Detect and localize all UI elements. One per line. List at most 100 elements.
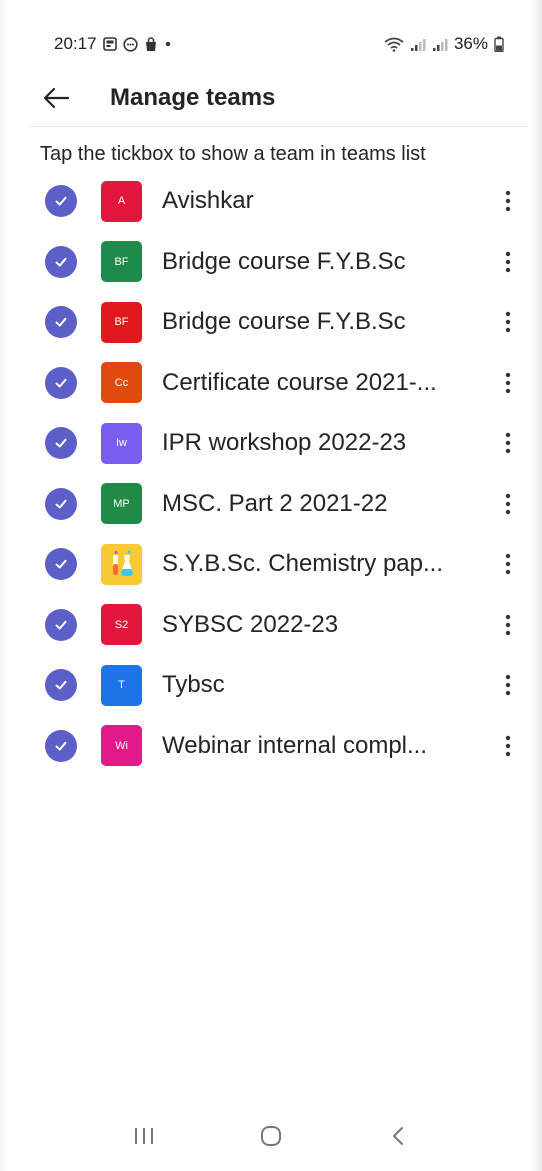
team-row[interactable]: Wi Webinar internal compl... [0,716,542,777]
team-initials: BF [114,255,129,268]
team-name: IPR workshop 2022-23 [162,429,407,457]
team-avatar: MP [101,483,142,525]
team-initials: Cc [114,376,129,389]
home-icon [260,1126,281,1146]
team-name: Certificate course 2021-... [162,368,437,396]
team-avatar: Iw [101,422,142,464]
more-vertical-icon [505,675,511,696]
team-checkbox[interactable] [45,608,77,641]
checkmark-icon [55,560,67,569]
more-vertical-icon [505,372,511,393]
team-checkbox[interactable] [45,427,77,460]
team-more-button[interactable] [494,181,522,221]
more-vertical-icon [505,493,511,514]
team-row[interactable]: T Tybsc [0,655,542,716]
team-more-button[interactable] [494,726,522,766]
team-checkbox[interactable] [45,185,77,218]
team-row[interactable]: MP MSC. Part 2 2021-22 [0,474,542,535]
team-checkbox[interactable] [45,729,77,762]
checkmark-icon [55,257,67,267]
signal-strength-1-icon [410,37,426,52]
team-name: MSC. Part 2 2021-22 [162,489,388,517]
back-button[interactable] [30,74,82,122]
team-more-button[interactable] [494,665,522,705]
gallery-notification-icon [102,37,117,51]
chemistry-icon [112,550,133,577]
team-initials: Iw [116,437,127,450]
team-avatar: Cc [101,362,142,404]
checkmark-icon [55,681,67,690]
more-vertical-icon [505,614,511,635]
team-initials: T [118,679,125,692]
team-row[interactable]: A Avishkar [0,171,542,232]
team-row[interactable]: S.Y.B.Sc. Chemistry pap... [0,534,542,595]
team-checkbox[interactable] [45,669,77,702]
team-avatar: S2 [101,604,142,646]
team-checkbox[interactable] [45,245,77,278]
more-vertical-icon [505,433,511,454]
page-title: Manage teams [110,84,276,111]
team-checkbox[interactable] [45,366,77,399]
team-name: Bridge course F.Y.B.Sc [162,247,406,275]
battery-icon [494,36,504,52]
team-more-button[interactable] [494,363,522,403]
back-arrow-icon [43,87,70,109]
team-more-button[interactable] [494,242,522,282]
signal-strength-2-icon [432,37,448,52]
team-avatar: Wi [101,725,142,767]
team-checkbox[interactable] [45,487,77,520]
more-notifications-dot-icon [164,40,172,48]
team-avatar: BF [101,241,142,283]
team-initials: A [117,195,126,208]
status-time: 20:17 [54,34,97,53]
team-initials: BF [114,316,129,329]
system-nav-bar [0,1101,542,1171]
team-checkbox[interactable] [45,548,77,581]
home-button[interactable] [241,1114,301,1158]
team-name: Tybsc [162,671,225,699]
team-more-button[interactable] [494,544,522,584]
teams-list: A Avishkar BF Bridge course F.Y.B.Sc BF Bridg… [0,171,542,776]
team-checkbox[interactable] [45,306,77,339]
team-name: S.Y.B.Sc. Chemistry pap... [162,550,444,578]
team-name: Bridge course F.Y.B.Sc [162,308,406,336]
team-row[interactable]: Iw IPR workshop 2022-23 [0,413,542,474]
team-more-button[interactable] [494,605,522,645]
battery-percent: 36% [453,34,488,53]
checkmark-icon [55,620,67,630]
team-more-button[interactable] [494,484,522,524]
team-row[interactable]: BF Bridge course F.Y.B.Sc [0,232,542,293]
back-nav-button[interactable] [368,1114,428,1158]
team-initials: Wi [115,739,128,752]
more-vertical-icon [505,191,511,212]
team-avatar: A [101,180,142,222]
team-more-button[interactable] [494,302,522,342]
team-more-button[interactable] [494,423,522,463]
team-initials: S2 [114,618,129,631]
checkmark-icon [55,439,67,448]
team-name: SYBSC 2022-23 [162,610,339,638]
checkmark-icon [55,318,67,327]
status-bar: 20:17 36% [54,30,504,58]
wifi-icon [384,37,404,52]
team-avatar: T [101,664,142,706]
team-row[interactable]: BF Bridge course F.Y.B.Sc [0,292,542,353]
team-row[interactable]: Cc Certificate course 2021-... [0,353,542,414]
shopping-bag-notification-icon [144,36,158,52]
team-name: Avishkar [162,187,254,215]
recent-apps-button[interactable] [114,1114,174,1158]
chat-notification-icon [122,36,138,52]
instruction-text: Tap the tickbox to show a team in teams … [40,143,426,165]
team-avatar [101,543,142,585]
more-vertical-icon [505,554,511,575]
team-name: Webinar internal compl... [162,731,428,759]
team-avatar: BF [101,301,142,343]
team-row[interactable]: S2 SYBSC 2022-23 [0,595,542,656]
checkmark-icon [55,741,67,751]
team-initials: MP [113,497,130,510]
checkmark-icon [55,197,67,206]
checkmark-icon [55,378,67,388]
more-vertical-icon [505,251,511,272]
status-left: 20:17 [54,34,172,54]
more-vertical-icon [505,312,511,333]
